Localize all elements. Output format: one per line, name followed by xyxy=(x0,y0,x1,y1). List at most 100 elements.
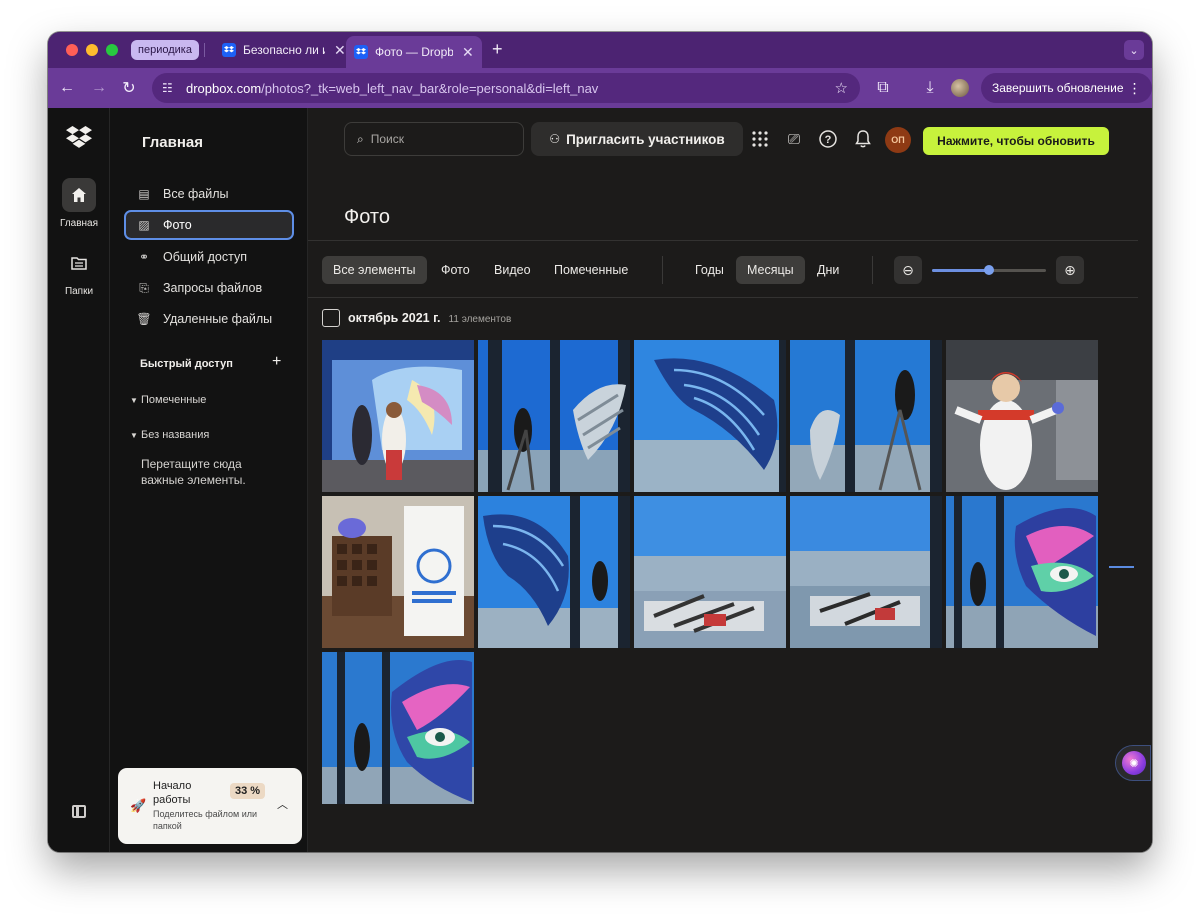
sidebar-item-label: Фото xyxy=(163,218,192,232)
help-icon[interactable]: ? xyxy=(818,129,838,149)
close-tab-icon[interactable]: ✕ xyxy=(334,42,346,59)
url-text: dropbox.com/photos?_tk=web_left_nav_bar&… xyxy=(186,81,598,96)
photo-thumbnail[interactable] xyxy=(790,496,942,648)
photo-thumbnail[interactable] xyxy=(634,340,786,492)
share-icon: ⚭ xyxy=(138,250,150,264)
photo-thumbnail[interactable] xyxy=(478,340,630,492)
nav-rail: Главная Папки xyxy=(48,108,110,852)
page-title: Фото xyxy=(344,206,390,228)
filter-photos[interactable]: Фото xyxy=(430,256,481,284)
photo-thumbnail[interactable] xyxy=(478,496,630,648)
quick-access-heading: Быстрый доступ xyxy=(140,358,233,370)
maximize-window-button[interactable] xyxy=(106,44,118,56)
download-icon[interactable]: ⤓ xyxy=(919,77,941,99)
onboarding-percent: 33 % xyxy=(230,783,266,799)
more-vert-icon[interactable]: ⋮ xyxy=(1128,73,1142,103)
reload-icon[interactable]: ↻ xyxy=(118,77,140,99)
minimize-window-button[interactable] xyxy=(86,44,98,56)
svg-text:?: ? xyxy=(825,134,832,146)
bookmark-star-icon[interactable]: ☆ xyxy=(835,79,848,97)
sidebar-item-file-requests[interactable]: ⎘ Запросы файлов xyxy=(126,274,294,302)
filter-starred[interactable]: Помеченные xyxy=(543,256,639,284)
tab-search-chevron-icon[interactable]: ⌄ xyxy=(1124,40,1144,60)
divider xyxy=(872,256,873,284)
zoom-slider-handle[interactable] xyxy=(984,265,994,275)
assistant-button[interactable]: ✺ xyxy=(1115,745,1151,781)
divider xyxy=(308,297,1138,298)
avatar[interactable]: ОП xyxy=(885,127,911,153)
dropbox-logo-icon[interactable] xyxy=(66,126,92,153)
search-placeholder: Поиск xyxy=(370,132,404,146)
tab-photos[interactable]: Фото — Dropbo ✕ xyxy=(346,36,482,68)
section-starred[interactable]: ▼ Помеченные xyxy=(130,394,206,406)
chevron-up-icon[interactable]: ︿ xyxy=(277,796,288,812)
zoom-out-icon[interactable]: ⊖ xyxy=(894,256,922,284)
sidebar: Главная ▤ Все файлы ▨ Фото ⚭ Общий досту… xyxy=(110,108,308,852)
new-tab-button[interactable]: + xyxy=(492,39,503,59)
site-settings-icon[interactable]: ☷ xyxy=(162,81,176,95)
onboarding-title: Начало работы xyxy=(153,780,192,806)
granularity-months[interactable]: Месяцы xyxy=(736,256,805,284)
month-count: 11 элементов xyxy=(448,313,512,325)
apps-grid-icon[interactable] xyxy=(750,129,770,149)
zoom-in-icon[interactable]: ⊕ xyxy=(1056,256,1084,284)
add-quick-access-icon[interactable]: + xyxy=(272,353,281,371)
rail-item-folders[interactable]: Папки xyxy=(48,246,110,297)
close-window-button[interactable] xyxy=(66,44,78,56)
files-icon: ▤ xyxy=(138,187,150,201)
back-arrow-icon[interactable]: ← xyxy=(56,77,78,99)
section-label: Помеченные xyxy=(141,394,207,406)
desktop-app-icon[interactable]: ⎚ xyxy=(784,129,804,149)
invite-members-button[interactable]: ⚇ Пригласить участников xyxy=(531,122,743,156)
close-tab-icon[interactable]: ✕ xyxy=(462,44,474,61)
finish-update-button[interactable]: Завершить обновление ⋮ xyxy=(981,73,1152,103)
scrollbar-indicator[interactable] xyxy=(1109,566,1134,568)
main-content: ⌕ Поиск ⚇ Пригласить участников ⎚ ? ОП Н… xyxy=(308,108,1152,852)
toggle-sidebar-icon[interactable] xyxy=(72,805,86,818)
profile-avatar[interactable] xyxy=(951,79,969,97)
sidebar-item-shared[interactable]: ⚭ Общий доступ xyxy=(126,243,294,271)
rocket-icon: 🚀 xyxy=(130,798,147,813)
sidebar-item-photos[interactable]: ▨ Фото xyxy=(124,210,294,240)
sidebar-item-deleted[interactable]: 🗑 Удаленные файлы xyxy=(126,305,294,333)
tab-group-label[interactable]: периодика xyxy=(131,40,199,60)
extensions-icon[interactable]: ⧉ xyxy=(872,77,894,99)
tab-article[interactable]: Безопасно ли и ✕ xyxy=(214,36,354,64)
filter-all[interactable]: Все элементы xyxy=(322,256,427,284)
rail-label-folders: Папки xyxy=(64,286,94,297)
photo-thumbnail[interactable] xyxy=(790,340,942,492)
photo-thumbnail[interactable] xyxy=(322,496,474,648)
search-input[interactable]: ⌕ Поиск xyxy=(344,122,524,156)
filter-videos[interactable]: Видео xyxy=(483,256,542,284)
dropbox-app: Главная Папки Главная ▤ Все файлы ▨ Фото xyxy=(48,108,1152,852)
chevron-down-icon: ▼ xyxy=(130,396,138,405)
tab-strip: периодика Безопасно ли и ✕ Фото — Dropbo… xyxy=(48,32,1152,68)
sidebar-item-label: Запросы файлов xyxy=(163,281,263,295)
file-request-icon: ⎘ xyxy=(139,280,149,295)
bell-icon[interactable] xyxy=(853,129,873,149)
divider xyxy=(308,240,1138,241)
onboarding-card[interactable]: 🚀 Начало работы 33 % Поделитесь файлом и… xyxy=(118,768,302,844)
trash-icon: 🗑 xyxy=(136,312,152,326)
upgrade-button[interactable]: Нажмите, чтобы обновить xyxy=(923,127,1109,155)
onboarding-subtitle: Поделитесь файлом или папкой xyxy=(153,809,258,831)
month-label: октябрь 2021 г. xyxy=(348,311,441,325)
photo-thumbnail[interactable] xyxy=(322,652,474,804)
photo-thumbnail[interactable] xyxy=(322,340,474,492)
section-untitled[interactable]: ▼ Без названия xyxy=(130,429,209,441)
photo-thumbnail[interactable] xyxy=(946,496,1098,648)
forward-arrow-icon[interactable]: → xyxy=(88,77,110,99)
select-month-checkbox[interactable] xyxy=(322,309,340,327)
photo-thumbnail[interactable] xyxy=(634,496,786,648)
dropbox-favicon-icon xyxy=(222,43,236,57)
granularity-years[interactable]: Годы xyxy=(684,256,735,284)
url-field[interactable]: ☷ dropbox.com/photos?_tk=web_left_nav_ba… xyxy=(152,73,860,103)
browser-window: периодика Безопасно ли и ✕ Фото — Dropbo… xyxy=(48,32,1152,852)
zoom-slider[interactable] xyxy=(932,265,1046,275)
rail-item-home[interactable]: Главная xyxy=(48,178,110,229)
home-icon xyxy=(62,178,96,212)
finish-update-label: Завершить обновление xyxy=(992,81,1124,95)
sidebar-item-all-files[interactable]: ▤ Все файлы xyxy=(126,180,294,208)
photo-thumbnail[interactable] xyxy=(946,340,1098,492)
granularity-days[interactable]: Дни xyxy=(806,256,850,284)
